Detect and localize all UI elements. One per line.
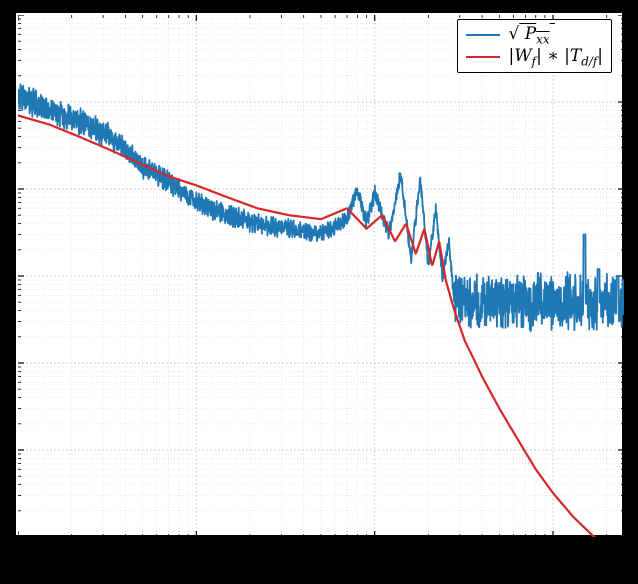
legend-swatch: [466, 56, 500, 58]
legend: √ Pxx |Wf| ∗ |Td/f|: [457, 19, 612, 73]
legend-item-Wf_times_Tdf: |Wf| ∗ |Td/f|: [466, 46, 603, 68]
figure-canvas: √ Pxx |Wf| ∗ |Td/f|: [0, 0, 638, 584]
legend-item-sqrt_Pxx: √ Pxx: [466, 24, 603, 46]
legend-swatch: [466, 34, 500, 36]
legend-label: |Wf| ∗ |Td/f|: [508, 46, 603, 68]
plot-area: √ Pxx |Wf| ∗ |Td/f|: [14, 11, 624, 537]
legend-label: √ Pxx: [508, 24, 555, 46]
